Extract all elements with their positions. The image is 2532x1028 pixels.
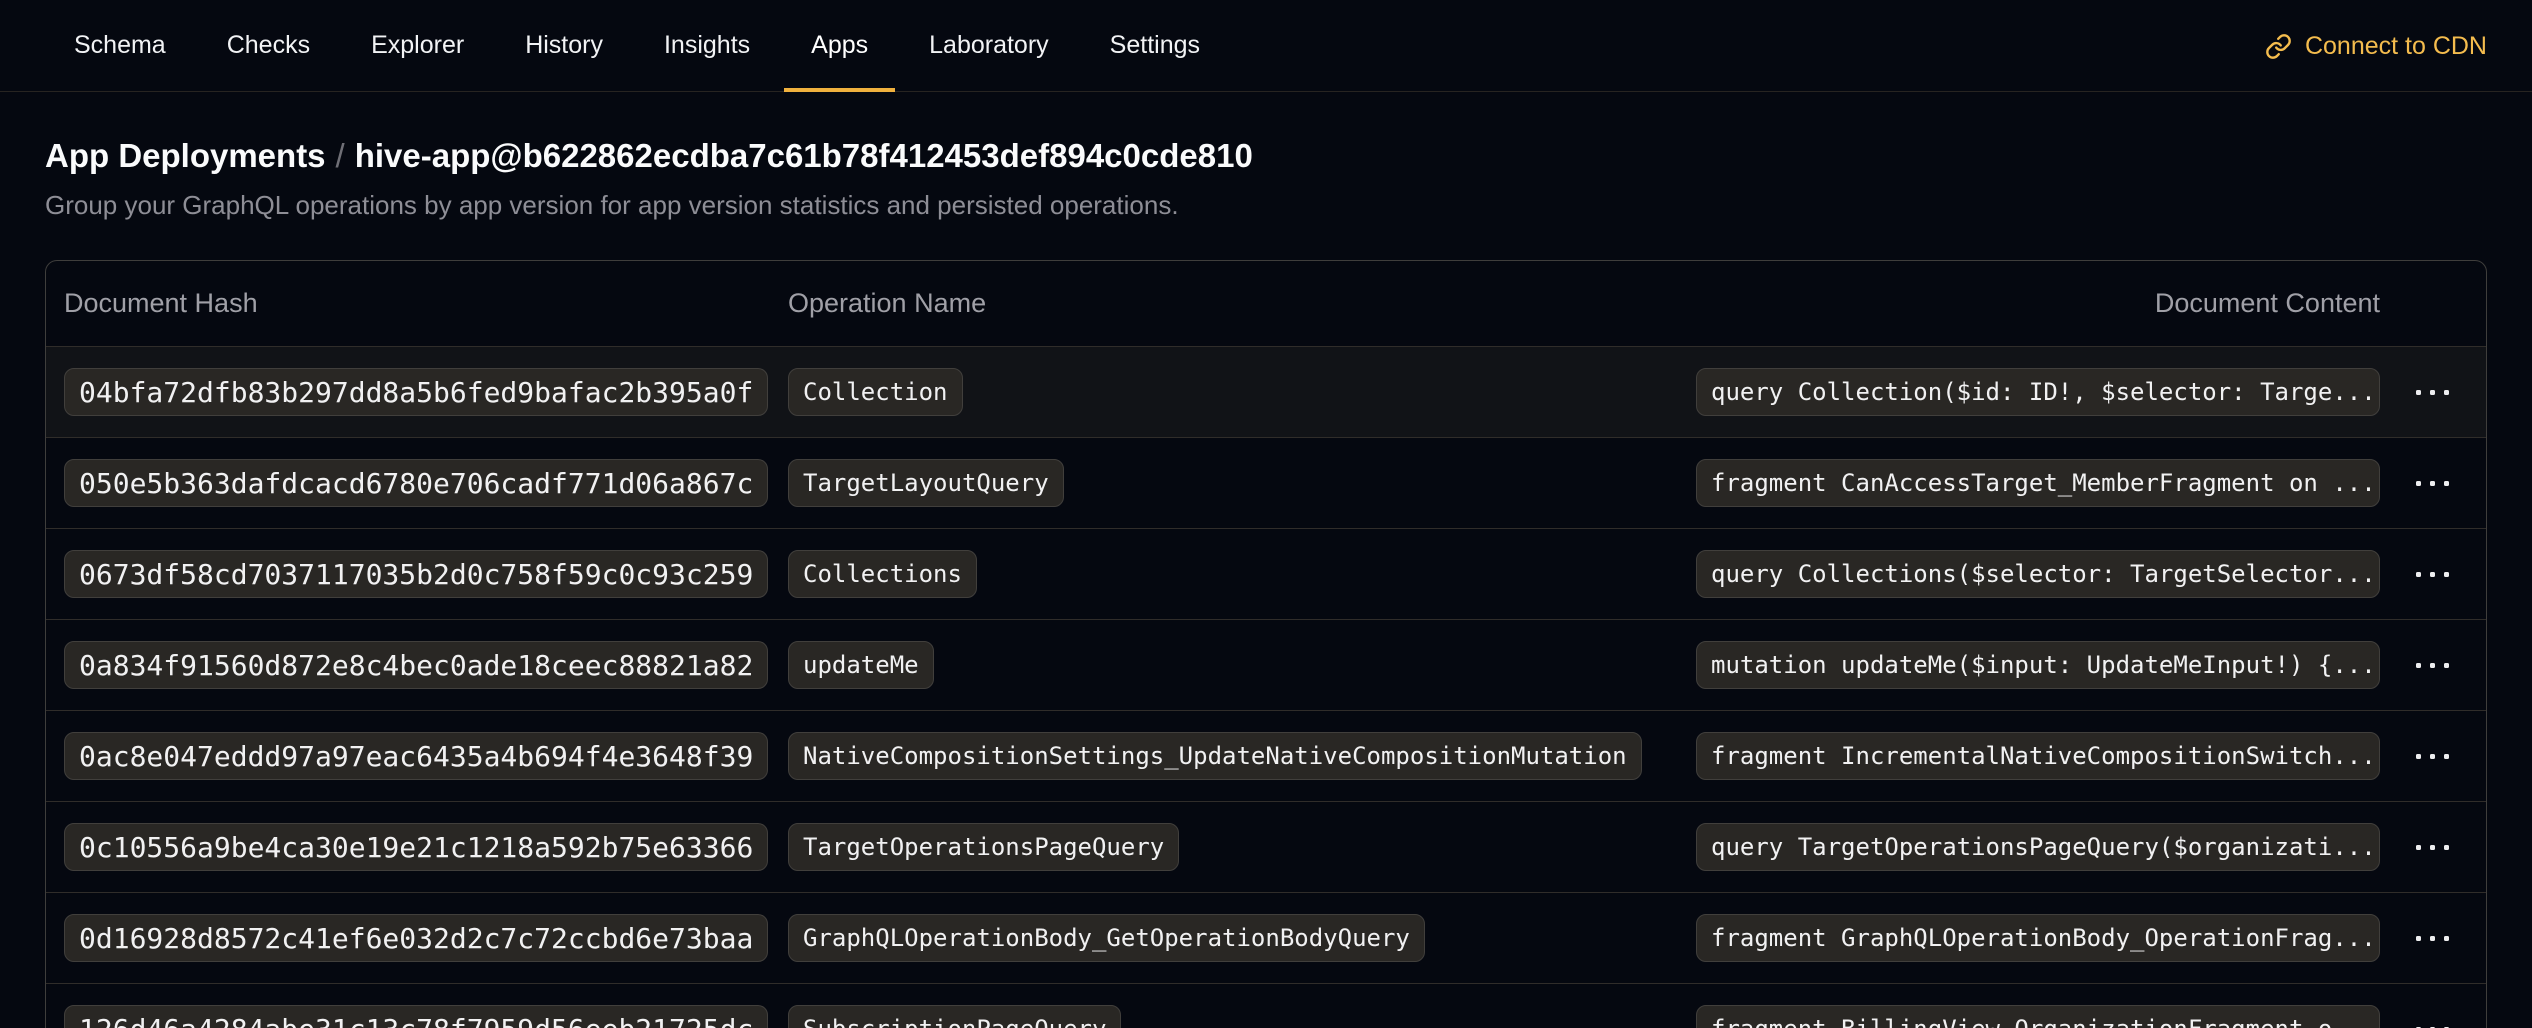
nav-item[interactable]: Checks <box>200 0 337 91</box>
ellipsis-icon <box>2416 663 2449 668</box>
ellipsis-icon <box>2416 845 2449 850</box>
document-hash-value[interactable]: 0673df58cd7037117035b2d0c758f59c0c93c259 <box>64 550 768 598</box>
nav-item-label: Insights <box>664 31 750 60</box>
nav-item[interactable]: Settings <box>1083 0 1227 91</box>
table-row: 126d46a4284abe31c13c78f7959d56eeb21725dc… <box>46 983 2486 1028</box>
top-nav: Schema Checks Explorer History Insights … <box>0 0 2532 92</box>
table-row: 050e5b363dafdcacd6780e706cadf771d06a867c… <box>46 437 2486 528</box>
nav-item-label: Checks <box>227 31 310 60</box>
ellipsis-icon <box>2416 754 2449 759</box>
row-menu-button[interactable] <box>2406 835 2459 860</box>
operation-name-value: GraphQLOperationBody_GetOperationBodyQue… <box>788 914 1425 962</box>
operation-name-value: SubscriptionPageQuery <box>788 1005 1121 1028</box>
breadcrumb-current: hive-app@b622862ecdba7c61b78f412453def89… <box>355 137 1253 174</box>
document-hash-value[interactable]: 050e5b363dafdcacd6780e706cadf771d06a867c <box>64 459 768 507</box>
page-subtitle: Group your GraphQL operations by app ver… <box>45 188 2487 222</box>
breadcrumb-section[interactable]: App Deployments <box>45 137 326 174</box>
column-header-document-content: Document Content <box>1696 288 2380 319</box>
nav-item-label: Apps <box>811 31 868 60</box>
table-body: 04bfa72dfb83b297dd8a5b6fed9bafac2b395a0f… <box>46 346 2486 1028</box>
nav-item[interactable]: Explorer <box>344 0 491 91</box>
document-content-preview: query TargetOperationsPageQuery($organiz… <box>1696 823 2380 871</box>
primary-nav: Schema Checks Explorer History Insights … <box>0 0 1227 91</box>
nav-item[interactable]: Insights <box>637 0 777 91</box>
ellipsis-icon <box>2416 481 2449 486</box>
document-content-preview: fragment CanAccessTarget_MemberFragment … <box>1696 459 2380 507</box>
row-menu-button[interactable] <box>2406 380 2459 405</box>
row-menu-button[interactable] <box>2406 744 2459 769</box>
row-menu-button[interactable] <box>2406 653 2459 678</box>
document-hash-value[interactable]: 126d46a4284abe31c13c78f7959d56eeb21725dc <box>64 1005 768 1028</box>
document-hash-value[interactable]: 0a834f91560d872e8c4bec0ade18ceec88821a82 <box>64 641 768 689</box>
document-hash-value[interactable]: 0ac8e047eddd97a97eac6435a4b694f4e3648f39 <box>64 732 768 780</box>
operation-name-value: updateMe <box>788 641 934 689</box>
deployments-table: Document Hash Operation Name Document Co… <box>45 260 2487 1028</box>
nav-item-label: Explorer <box>371 31 464 60</box>
table-row: 04bfa72dfb83b297dd8a5b6fed9bafac2b395a0f… <box>46 346 2486 437</box>
ellipsis-icon <box>2416 390 2449 395</box>
nav-item[interactable]: Schema <box>47 0 193 91</box>
operation-name-value: NativeCompositionSettings_UpdateNativeCo… <box>788 732 1642 780</box>
table-row: 0ac8e047eddd97a97eac6435a4b694f4e3648f39… <box>46 710 2486 801</box>
document-content-preview: fragment GraphQLOperationBody_OperationF… <box>1696 914 2380 962</box>
page-title: App Deployments / hive-app@b622862ecdba7c6… <box>45 134 2487 178</box>
connect-to-cdn-label: Connect to CDN <box>2305 32 2487 61</box>
table-row: 0673df58cd7037117035b2d0c758f59c0c93c259… <box>46 528 2486 619</box>
row-menu-button[interactable] <box>2406 471 2459 496</box>
document-content-preview: mutation updateMe($input: UpdateMeInput!… <box>1696 641 2380 689</box>
document-content-preview: query Collection($id: ID!, $selector: Ta… <box>1696 368 2380 416</box>
table-row: 0a834f91560d872e8c4bec0ade18ceec88821a82… <box>46 619 2486 710</box>
nav-item[interactable]: History <box>498 0 630 91</box>
document-hash-value[interactable]: 0c10556a9be4ca30e19e21c1218a592b75e63366 <box>64 823 768 871</box>
nav-item-label: Schema <box>74 31 166 60</box>
connect-to-cdn-link[interactable]: Connect to CDN <box>2265 0 2487 92</box>
operation-name-value: Collections <box>788 550 977 598</box>
operation-name-value: TargetLayoutQuery <box>788 459 1064 507</box>
document-hash-value[interactable]: 0d16928d8572c41ef6e032d2c7c72ccbd6e73baa <box>64 914 768 962</box>
app-deployment-page: App Deployments / hive-app@b622862ecdba7c6… <box>0 134 2532 1028</box>
table-row: 0d16928d8572c41ef6e032d2c7c72ccbd6e73baa… <box>46 892 2486 983</box>
document-hash-value[interactable]: 04bfa72dfb83b297dd8a5b6fed9bafac2b395a0f <box>64 368 768 416</box>
ellipsis-icon <box>2416 936 2449 941</box>
nav-item-label: Laboratory <box>929 31 1049 60</box>
nav-item-label: Settings <box>1110 31 1200 60</box>
document-content-preview: fragment BillingView_OrganizationFragmen… <box>1696 1005 2380 1028</box>
row-menu-button[interactable] <box>2406 926 2459 951</box>
nav-item-label: History <box>525 31 603 60</box>
row-menu-button[interactable] <box>2406 1017 2459 1028</box>
column-header-document-hash: Document Hash <box>64 288 788 319</box>
ellipsis-icon <box>2416 572 2449 577</box>
row-menu-button[interactable] <box>2406 562 2459 587</box>
document-content-preview: query Collections($selector: TargetSelec… <box>1696 550 2380 598</box>
column-header-operation-name: Operation Name <box>788 288 1696 319</box>
nav-item[interactable]: Apps <box>784 0 895 91</box>
operation-name-value: Collection <box>788 368 963 416</box>
operation-name-value: TargetOperationsPageQuery <box>788 823 1179 871</box>
table-row: 0c10556a9be4ca30e19e21c1218a592b75e63366… <box>46 801 2486 892</box>
document-content-preview: fragment IncrementalNativeCompositionSwi… <box>1696 732 2380 780</box>
table-header-row: Document Hash Operation Name Document Co… <box>46 261 2486 346</box>
breadcrumb-separator: / <box>336 137 345 174</box>
link-icon <box>2265 33 2292 60</box>
nav-item[interactable]: Laboratory <box>902 0 1076 91</box>
